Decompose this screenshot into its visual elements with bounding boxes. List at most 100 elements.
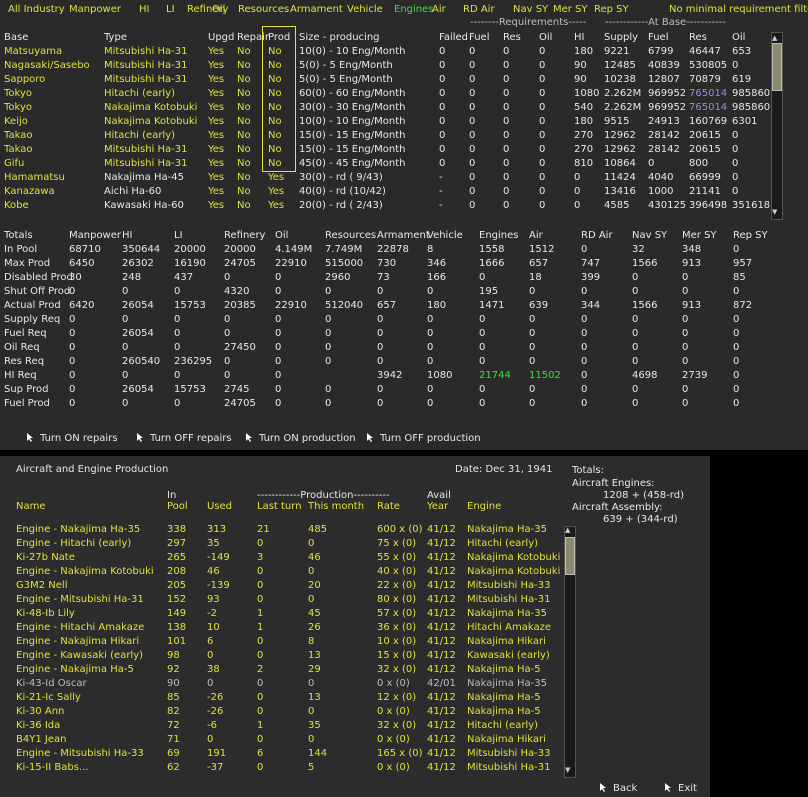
base-header-11[interactable]: Supply bbox=[604, 32, 638, 43]
base-row[interactable]: Kanazawa Aichi Ha-60 Yes No Yes 40(0) - rd (1… bbox=[0, 186, 770, 200]
production-row[interactable]: Ki-36 Ida 72 -6 1 35 32 x (0) 41/12 Hitachi (ea… bbox=[0, 720, 770, 734]
totals-cell: 0 bbox=[377, 314, 384, 325]
production-row[interactable]: Engine - Mitsubishi Ha-31 152 93 0 0 80 x (0)… bbox=[0, 594, 770, 608]
production-cell: Mitsubishi Ha-33 bbox=[467, 580, 551, 591]
totals-cell: Res Req bbox=[4, 356, 45, 367]
filter-rd-air[interactable]: RD Air bbox=[463, 4, 495, 15]
base-header-0[interactable]: Base bbox=[4, 32, 28, 43]
filter-vehicle[interactable]: Vehicle bbox=[347, 4, 383, 15]
production-row[interactable]: B4Y1 Jean 71 0 0 0 0 x (0) 41/12 Nakajima Hikar… bbox=[0, 734, 770, 748]
production-row[interactable]: Engine - Hitachi (early) 297 35 0 0 75 x (0) 4… bbox=[0, 538, 770, 552]
filter-rep-sy[interactable]: Rep SY bbox=[594, 4, 629, 15]
filter-manpower[interactable]: Manpower bbox=[69, 4, 121, 15]
base-cell: Yes bbox=[268, 172, 285, 183]
engines-label: Aircraft Engines: bbox=[572, 478, 655, 489]
back-button[interactable]: Back bbox=[599, 782, 637, 794]
production-header-3[interactable]: Last turn bbox=[257, 501, 302, 512]
base-row[interactable]: Kobe Kawasaki Ha-60 Yes No Yes 20(0) - rd ( 2… bbox=[0, 200, 770, 214]
filter-armament[interactable]: Armament bbox=[290, 4, 343, 15]
exit-button[interactable]: Exit bbox=[664, 782, 697, 794]
totals-cell: 0 bbox=[733, 356, 740, 367]
production-scrollbar[interactable] bbox=[564, 526, 576, 778]
production-row[interactable]: Engine - Nakajima Hikari 101 6 0 8 10 x (0) 41… bbox=[0, 636, 770, 650]
production-row[interactable]: Engine - Mitsubishi Ha-33 69 191 6 144 165 x … bbox=[0, 748, 770, 762]
production-header-5[interactable]: Rate bbox=[377, 501, 400, 512]
filter-all-industry[interactable]: All Industry bbox=[8, 4, 65, 15]
base-cell: 0 bbox=[732, 172, 739, 183]
base-cell: 985860 bbox=[732, 88, 771, 99]
totals-cell: 0 bbox=[275, 398, 282, 409]
production-scrollbar-thumb[interactable] bbox=[565, 537, 575, 575]
base-header-12[interactable]: Fuel bbox=[648, 32, 668, 43]
filter-mer-sy[interactable]: Mer SY bbox=[553, 4, 588, 15]
turn-off-production-button[interactable]: Turn OFF production bbox=[366, 432, 481, 444]
scrollbar-thumb[interactable] bbox=[772, 43, 782, 91]
production-row[interactable]: Ki-48-Ib Lily 149 -2 1 45 57 x (0) 41/12 Nakaji… bbox=[0, 608, 770, 622]
base-row[interactable]: Matsuyama Mitsubishi Ha-31 Yes No No 10(0) - … bbox=[0, 46, 770, 60]
production-row[interactable]: Engine - Hitachi Amakaze 138 10 1 26 36 x (0)… bbox=[0, 622, 770, 636]
base-header-14[interactable]: Oil bbox=[732, 32, 745, 43]
production-cell: 8 bbox=[308, 636, 315, 647]
base-header-6[interactable]: Failed bbox=[439, 32, 468, 43]
totals-cell: 0 bbox=[479, 272, 486, 283]
production-header-6[interactable]: Year bbox=[427, 501, 448, 512]
totals-cell: 0 bbox=[682, 398, 689, 409]
production-row[interactable]: Ki-43-Id Oscar 90 0 0 0 0 x (0) 42/01 Nakajima … bbox=[0, 678, 770, 692]
production-row[interactable]: Ki-27b Nate 265 -149 3 46 55 x (0) 41/12 Nakaji… bbox=[0, 552, 770, 566]
turn-on-production-button[interactable]: Turn ON production bbox=[245, 432, 356, 444]
production-row[interactable]: Ki-15-II Babs... 62 -37 0 5 0 x (0) 41/12 Mitsu… bbox=[0, 762, 770, 776]
production-row[interactable]: Ki-30 Ann 82 -26 0 0 0 x (0) 41/12 Nakajima Ha-… bbox=[0, 706, 770, 720]
arrow-down-icon[interactable]: ▼ bbox=[772, 208, 777, 216]
base-header-7[interactable]: Fuel bbox=[469, 32, 489, 43]
production-header-1[interactable]: Pool bbox=[167, 501, 188, 512]
filter-no-minimal-requirement-filter[interactable]: No minimal requirement filter bbox=[669, 4, 808, 15]
base-row[interactable]: Tokyo Nakajima Kotobuki Yes No No 30(0) - 30 … bbox=[0, 102, 770, 116]
filter-air[interactable]: Air bbox=[432, 4, 446, 15]
base-header-9[interactable]: Oil bbox=[539, 32, 552, 43]
filter-resources[interactable]: Resources bbox=[238, 4, 289, 15]
arrow-down-icon[interactable]: ▼ bbox=[565, 766, 570, 774]
turn-on-repairs-button[interactable]: Turn ON repairs bbox=[26, 432, 118, 444]
base-row[interactable]: Hamamatsu Nakajima Ha-45 Yes No Yes 30(0) - r… bbox=[0, 172, 770, 186]
base-row[interactable]: Takao Hitachi (early) Yes No No 15(0) - 15 En… bbox=[0, 130, 770, 144]
production-header-4[interactable]: This month bbox=[308, 501, 364, 512]
production-header-0[interactable]: Name bbox=[16, 501, 46, 512]
production-header-2[interactable]: Used bbox=[207, 501, 232, 512]
totals-cell: 0 bbox=[174, 328, 181, 339]
production-row[interactable]: Engine - Nakajima Kotobuki 208 46 0 0 40 x (0… bbox=[0, 566, 770, 580]
filter-engines[interactable]: Engines bbox=[394, 4, 433, 15]
arrow-up-icon[interactable]: ▲ bbox=[565, 526, 570, 534]
totals-cell: 16190 bbox=[174, 258, 206, 269]
base-header-2[interactable]: Upgd bbox=[208, 32, 234, 43]
totals-cell: 0 bbox=[479, 356, 486, 367]
filter-hi[interactable]: HI bbox=[139, 4, 149, 15]
production-row[interactable]: Engine - Nakajima Ha-35 338 313 21 485 600 x … bbox=[0, 524, 770, 538]
turn-off-repairs-button[interactable]: Turn OFF repairs bbox=[136, 432, 232, 444]
base-row[interactable]: Keijo Nakajima Kotobuki Yes No No 10(0) - 10 … bbox=[0, 116, 770, 130]
base-header-1[interactable]: Type bbox=[104, 32, 127, 43]
base-table-scrollbar[interactable] bbox=[771, 32, 783, 220]
base-header-8[interactable]: Res bbox=[503, 32, 521, 43]
production-cell: 0 bbox=[257, 650, 264, 661]
production-row[interactable]: G3M2 Nell 205 -139 0 20 22 x (0) 41/12 Mitsubis… bbox=[0, 580, 770, 594]
base-header-10[interactable]: HI bbox=[574, 32, 584, 43]
base-cell: 10(0) - 10 Eng/Month bbox=[299, 116, 406, 127]
production-row[interactable]: Engine - Kawasaki (early) 98 0 0 13 15 x (0) 4… bbox=[0, 650, 770, 664]
production-row[interactable]: Ki-21-Ic Sally 85 -26 0 13 12 x (0) 41/12 Nakaj… bbox=[0, 692, 770, 706]
production-row[interactable]: Engine - Nakajima Ha-5 92 38 2 29 32 x (0) 41/… bbox=[0, 664, 770, 678]
base-row[interactable]: Tokyo Hitachi (early) Yes No No 60(0) - 60 En… bbox=[0, 88, 770, 102]
base-row[interactable]: Sapporo Mitsubishi Ha-31 Yes No No 5(0) - 5 E… bbox=[0, 74, 770, 88]
base-row[interactable]: Gifu Mitsubishi Ha-31 Yes No No 45(0) - 45 En… bbox=[0, 158, 770, 172]
base-header-13[interactable]: Res bbox=[689, 32, 707, 43]
base-cell: 0 bbox=[439, 102, 446, 113]
base-row[interactable]: Takao Mitsubishi Ha-31 Yes No No 15(0) - 15 E… bbox=[0, 144, 770, 158]
base-header-5[interactable]: Size - producing bbox=[299, 32, 380, 43]
filter-nav-sy[interactable]: Nav SY bbox=[513, 4, 548, 15]
production-cell: 26 bbox=[308, 622, 321, 633]
filter-oil[interactable]: Oil bbox=[212, 4, 225, 15]
arrow-up-icon[interactable]: ▲ bbox=[772, 34, 777, 42]
base-row[interactable]: Nagasaki/Sasebo Mitsubishi Ha-31 Yes No No 5(… bbox=[0, 60, 770, 74]
production-header-7[interactable]: Engine bbox=[467, 501, 501, 512]
production-cell: Ki-30 Ann bbox=[16, 706, 65, 717]
filter-li[interactable]: LI bbox=[166, 4, 175, 15]
